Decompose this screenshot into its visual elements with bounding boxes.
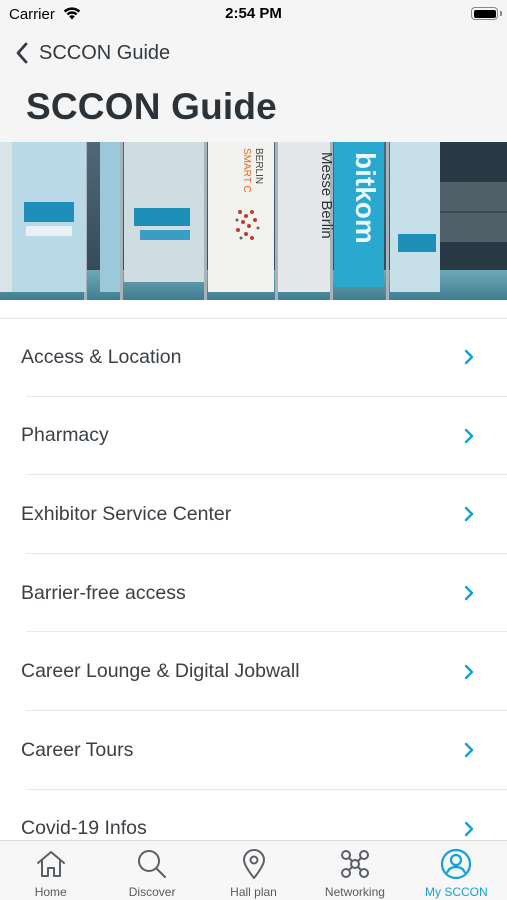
list-item-career-tours[interactable]: Career Tours: [0, 711, 507, 790]
chevron-right-icon: [464, 585, 474, 601]
banner-text-berlin: BERLIN: [253, 148, 264, 184]
list-item-label: Exhibitor Service Center: [21, 502, 232, 525]
list-item-career-lounge[interactable]: Career Lounge & Digital Jobwall: [0, 632, 507, 711]
tab-label: Networking: [324, 885, 385, 899]
list-item-label: Access & Location: [21, 345, 182, 368]
location-pin-icon: [242, 849, 265, 879]
navigation-bar: SCCON Guide SCCON Guide: [0, 30, 507, 142]
chevron-right-icon: [464, 507, 474, 522]
banner-text-messe: Messe Berlin: [318, 152, 335, 239]
chevron-right-icon: [464, 743, 474, 758]
tab-label: Discover: [128, 885, 176, 899]
battery-tip: [500, 11, 502, 16]
page-title: SCCON Guide: [26, 86, 277, 127]
back-label: SCCON Guide: [39, 41, 171, 64]
tab-networking[interactable]: Networking: [304, 841, 405, 900]
chevron-right-icon: [464, 350, 474, 365]
status-time: 2:54 PM: [225, 5, 282, 22]
chevron-left-icon: [16, 42, 28, 64]
chevron-right-icon: [464, 664, 474, 679]
battery-icon: [471, 7, 498, 20]
tab-home[interactable]: Home: [0, 841, 101, 900]
list-item-label: Covid-19 Infos: [21, 817, 147, 840]
tab-bar: Home Discover Hall plan Networking My SC…: [0, 840, 507, 900]
chevron-right-icon: [464, 821, 474, 837]
banner-text-bitkom: bitkom: [350, 152, 381, 244]
tab-my-sccon[interactable]: My SCCON: [406, 841, 507, 900]
search-icon: [138, 850, 167, 878]
chevron-right-icon: [464, 428, 474, 444]
network-icon: [340, 850, 369, 878]
tab-label: Hall plan: [230, 885, 277, 899]
status-bar: Carrier 2:54 PM: [0, 0, 507, 30]
tab-label: My SCCON: [424, 885, 488, 899]
list-item-pharmacy[interactable]: Pharmacy: [0, 397, 507, 476]
list-item-label: Career Tours: [21, 738, 134, 761]
tab-discover[interactable]: Discover: [101, 841, 202, 900]
guide-list: Access & Location Pharmacy Exhibitor Ser…: [0, 318, 507, 868]
list-item-access-location[interactable]: Access & Location: [0, 318, 507, 397]
user-icon: [441, 848, 472, 880]
list-item-label: Barrier-free access: [21, 581, 186, 604]
tab-hall-plan[interactable]: Hall plan: [203, 841, 304, 900]
hero-photo: SMART C BERLIN Messe Berlin bitkom: [0, 142, 507, 300]
list-item-barrier-free-access[interactable]: Barrier-free access: [0, 554, 507, 633]
back-button[interactable]: SCCON Guide: [14, 38, 170, 68]
list-item-exhibitor-service-center[interactable]: Exhibitor Service Center: [0, 475, 507, 554]
list-item-label: Pharmacy: [21, 424, 109, 447]
banner-text-smart: SMART C: [241, 148, 252, 193]
home-icon: [36, 851, 65, 877]
tab-label: Home: [34, 885, 67, 899]
hero-image: SMART C BERLIN Messe Berlin bitkom: [0, 142, 507, 300]
list-item-label: Career Lounge & Digital Jobwall: [21, 660, 300, 683]
